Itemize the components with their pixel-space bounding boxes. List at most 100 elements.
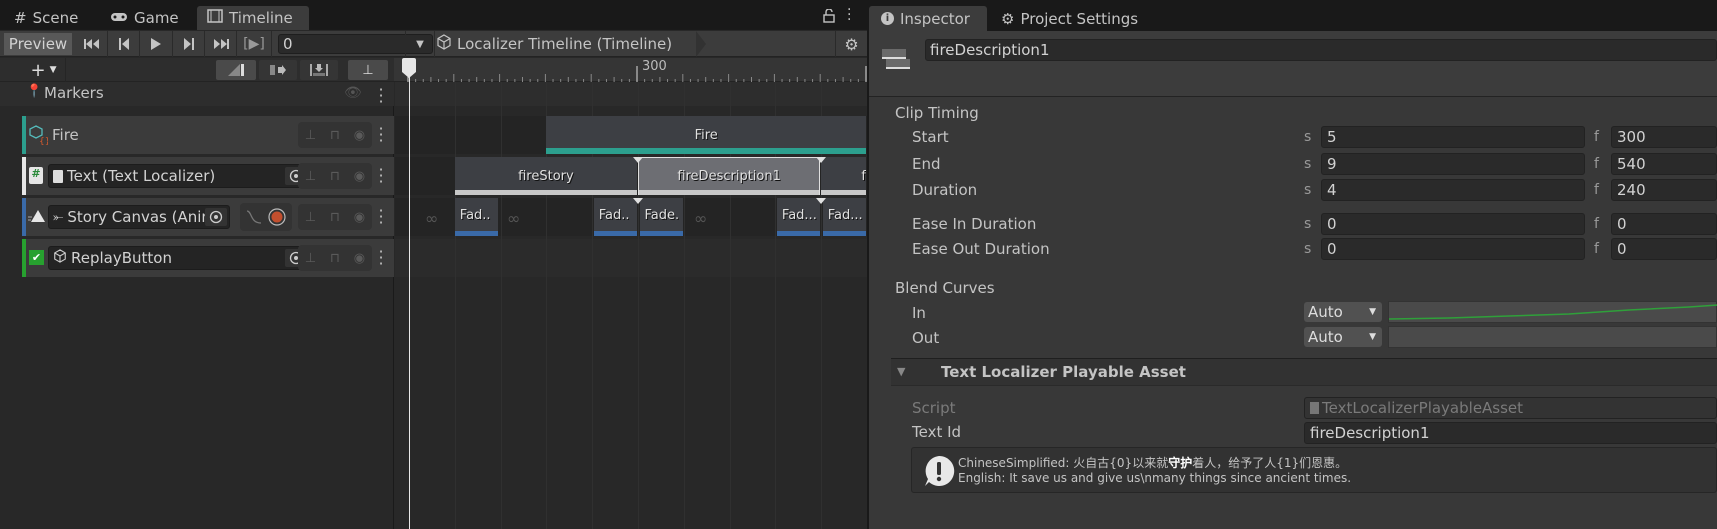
curves-icon[interactable]: [246, 209, 262, 229]
track-story-canvas[interactable]: ⤜ Story Canvas (Anim ⊥ ⊓ ◉ · · ·: [22, 198, 394, 236]
track-text-localizer[interactable]: # Text (Text Localizer) ⊥ ⊓ ◉ · · ·: [22, 157, 394, 195]
seconds-field[interactable]: 9: [1321, 153, 1585, 175]
track-content-area[interactable]: Fire fireStory fireDescription1 f Fad.. Fad..…: [395, 82, 867, 529]
track-replay-button[interactable]: ✔ ReplayButton ⊥ ⊓ ◉ · · ·: [22, 239, 394, 277]
track-binding-field[interactable]: ⤜ Story Canvas (Anim: [48, 205, 230, 229]
anim-clip[interactable]: Fad..: [593, 198, 637, 236]
go-to-start-button[interactable]: [76, 31, 108, 57]
chevron-down-icon: ▼: [416, 38, 424, 50]
frames-field[interactable]: 540: [1611, 153, 1717, 175]
tab-inspector[interactable]: i Inspector: [869, 6, 987, 31]
animation-track-icon: [28, 209, 46, 227]
blend-in-curve[interactable]: [1388, 301, 1717, 323]
track-color-bar: [22, 116, 26, 154]
anim-clip[interactable]: Fade.: [639, 198, 683, 236]
track-menu-icon[interactable]: · · ·: [378, 162, 384, 190]
track-binding-field[interactable]: Text (Text Localizer): [48, 164, 310, 188]
text-clip[interactable]: fireDescription1: [638, 157, 821, 195]
frames-field[interactable]: 0: [1611, 213, 1717, 235]
clip-label: fireDescription1: [677, 169, 781, 184]
lock-icon[interactable]: ⊓: [330, 169, 340, 184]
clip-edit-mode-ripple-button[interactable]: [259, 60, 297, 80]
foldout-arrow-icon[interactable]: ▼: [897, 365, 905, 378]
object-picker-icon[interactable]: [205, 208, 227, 226]
clip-edit-mode-replace-button[interactable]: [300, 60, 338, 80]
eye-icon[interactable]: ◉: [354, 128, 365, 143]
go-to-end-button[interactable]: [205, 31, 237, 57]
tab-scene[interactable]: # Scene: [4, 6, 88, 30]
anim-clip[interactable]: Fad...: [776, 198, 821, 236]
track-menu-icon[interactable]: · · ·: [378, 121, 384, 149]
inspector-window: i Inspector ⚙ Project Settings fireDescr…: [869, 0, 1717, 529]
component-header[interactable]: ▼ Text Localizer Playable Asset: [891, 358, 1717, 386]
blend-out-label: Out: [912, 329, 940, 347]
text-clip[interactable]: fireStory: [454, 157, 637, 195]
markers-menu-icon[interactable]: · · ·: [378, 82, 384, 110]
gameobject-icon: [53, 249, 67, 267]
frames-field[interactable]: 0: [1611, 238, 1717, 260]
tab-project-settings[interactable]: ⚙ Project Settings: [989, 6, 1150, 31]
curves-record-group: [240, 203, 292, 231]
eye-icon[interactable]: 👁: [344, 85, 362, 101]
lock-icon[interactable]: ⊓: [330, 251, 340, 266]
blend-out-curve[interactable]: [1388, 326, 1717, 348]
pin-button[interactable]: ⊥: [348, 60, 388, 80]
track-color-strip: [546, 148, 866, 154]
timeline-settings-button[interactable]: ⚙: [835, 31, 867, 57]
anim-clip[interactable]: Fad..: [454, 198, 499, 236]
fire-clip[interactable]: Fire: [546, 116, 866, 154]
clip-label: Fire: [694, 127, 718, 143]
anim-clip[interactable]: Fad...: [822, 198, 866, 236]
seconds-field[interactable]: 5: [1321, 126, 1585, 148]
time-ruler[interactable]: 300: [394, 58, 867, 82]
blend-in-dropdown[interactable]: Auto ▼: [1304, 302, 1382, 322]
playhead-line: [409, 58, 410, 529]
object-name-field[interactable]: fireDescription1: [925, 39, 1717, 61]
clip-edit-mode-mix-button[interactable]: [216, 60, 256, 80]
pin-icon[interactable]: ⊥: [305, 251, 316, 266]
frames-field[interactable]: 240: [1611, 179, 1717, 201]
more-options-icon[interactable]: · · ·: [847, 3, 851, 27]
activation-checkbox-icon[interactable]: ✔: [29, 250, 44, 265]
text-clip[interactable]: f: [821, 157, 866, 195]
previous-frame-button[interactable]: [108, 31, 140, 57]
markers-row: 📍 Markers 👁 · · ·: [0, 82, 394, 110]
lock-icon[interactable]: [823, 8, 835, 27]
seconds-field[interactable]: 0: [1321, 238, 1585, 260]
tab-timeline[interactable]: Timeline: [197, 6, 309, 30]
pin-icon[interactable]: ⊥: [305, 128, 316, 143]
selection-edge-marker: [633, 198, 643, 204]
ease-bar: [821, 190, 866, 195]
frames-field[interactable]: 300: [1611, 126, 1717, 148]
warning-icon: [922, 454, 956, 492]
playhead-arrow: [402, 72, 416, 78]
seconds-field[interactable]: 4: [1321, 179, 1585, 201]
lock-icon[interactable]: ⊓: [330, 128, 340, 143]
track-menu-icon[interactable]: · · ·: [378, 203, 384, 231]
add-track-button[interactable]: + ▼: [22, 58, 66, 82]
info-icon: i: [881, 12, 894, 25]
seconds-field[interactable]: 0: [1321, 213, 1585, 235]
seconds-unit-label: s: [1304, 216, 1312, 232]
eye-icon[interactable]: ◉: [354, 251, 365, 266]
preview-button[interactable]: Preview: [4, 33, 72, 55]
clip-timing-header: Clip Timing: [895, 104, 979, 122]
eye-icon[interactable]: ◉: [354, 210, 365, 225]
blend-out-dropdown[interactable]: Auto ▼: [1304, 327, 1382, 347]
frame-dropdown-button[interactable]: ▼: [405, 31, 435, 57]
record-button[interactable]: [268, 208, 286, 230]
track-binding-field[interactable]: ReplayButton: [48, 246, 310, 270]
playhead-handle[interactable]: [402, 58, 416, 72]
play-button[interactable]: [140, 31, 173, 57]
track-menu-icon[interactable]: · · ·: [378, 244, 384, 272]
pin-icon[interactable]: ⊥: [305, 210, 316, 225]
lock-icon[interactable]: ⊓: [330, 210, 340, 225]
tab-game[interactable]: Game: [100, 6, 189, 30]
next-frame-button[interactable]: [173, 31, 205, 57]
eye-icon[interactable]: ◉: [354, 169, 365, 184]
play-range-button[interactable]: [▶]: [237, 31, 272, 57]
pin-icon[interactable]: ⊥: [305, 169, 316, 184]
text-id-field[interactable]: fireDescription1: [1304, 422, 1717, 444]
track-fire[interactable]: {} Fire ⊥ ⊓ ◉ ···: [22, 116, 394, 154]
breadcrumb[interactable]: Localizer Timeline (Timeline): [436, 31, 672, 57]
